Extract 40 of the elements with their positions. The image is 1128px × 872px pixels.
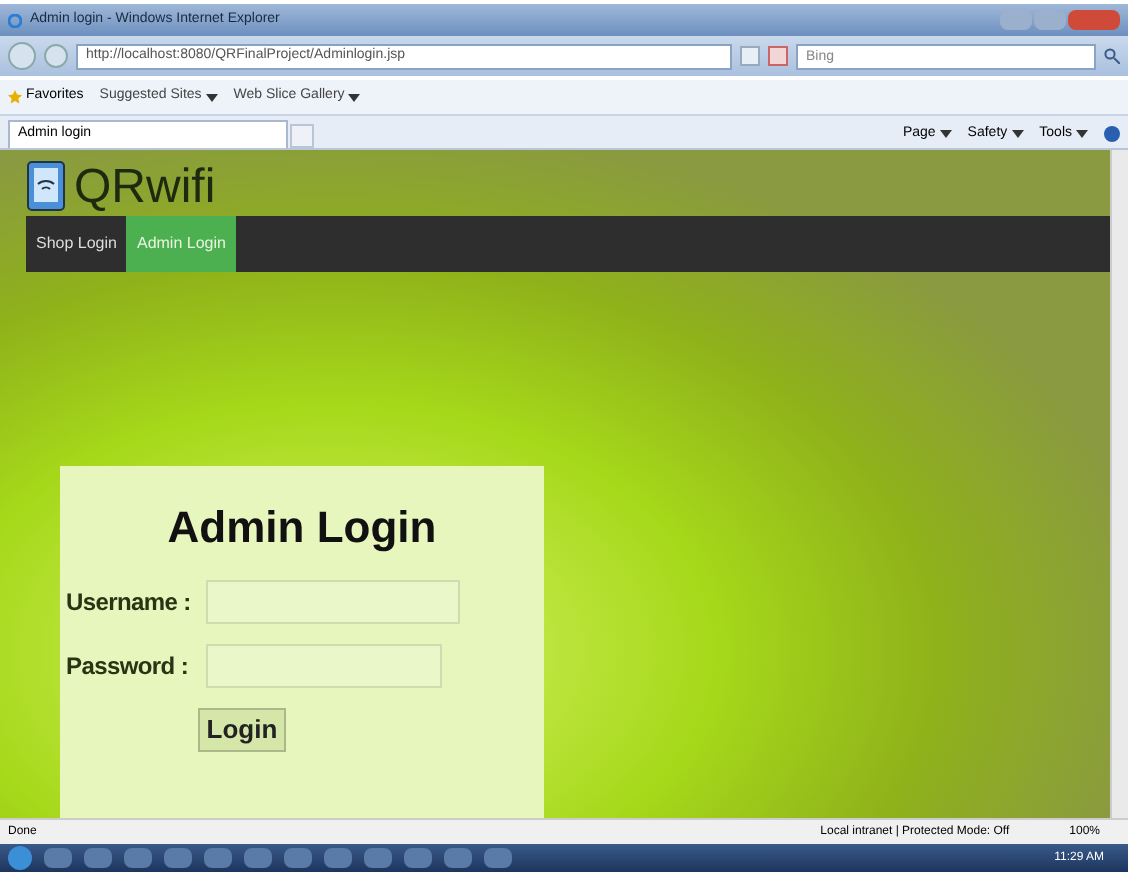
input-field[interactable] bbox=[206, 644, 442, 688]
taskbar-app-icon[interactable] bbox=[44, 848, 72, 868]
taskbar-app-icon[interactable] bbox=[404, 848, 432, 868]
nav-tab[interactable]: Shop Login bbox=[26, 216, 127, 272]
scrollbar[interactable] bbox=[1110, 150, 1128, 818]
taskbar-app-icon[interactable] bbox=[364, 848, 392, 868]
help-icon[interactable] bbox=[1104, 126, 1120, 142]
site-logo: QRwifi bbox=[74, 164, 216, 212]
start-button[interactable] bbox=[8, 846, 32, 870]
taskbar-app-icon[interactable] bbox=[284, 848, 312, 868]
minimize-button[interactable] bbox=[1000, 10, 1032, 30]
close-button[interactable] bbox=[1068, 10, 1120, 30]
taskbar-app-icon[interactable] bbox=[244, 848, 272, 868]
taskbar-app-icon[interactable] bbox=[124, 848, 152, 868]
taskbar-app-icon[interactable] bbox=[444, 848, 472, 868]
caret-icon bbox=[939, 130, 952, 138]
maximize-button[interactable] bbox=[1034, 10, 1066, 30]
taskbar-app-icon[interactable] bbox=[84, 848, 112, 868]
field-label: Username : bbox=[66, 586, 193, 620]
taskbar-app-icon[interactable] bbox=[324, 848, 352, 868]
caret-icon bbox=[1076, 130, 1088, 138]
field-label: Password : bbox=[66, 650, 191, 684]
login-button[interactable]: Login bbox=[198, 708, 286, 752]
taskbar-app-icon[interactable] bbox=[164, 848, 192, 868]
stop-button[interactable] bbox=[768, 46, 788, 66]
input-field[interactable] bbox=[206, 580, 460, 624]
back-button[interactable] bbox=[8, 42, 36, 70]
taskbar-app-icon[interactable] bbox=[204, 848, 232, 868]
taskbar-app-icon[interactable] bbox=[484, 848, 512, 868]
login-heading: Admin Login bbox=[167, 500, 437, 556]
star-icon bbox=[8, 90, 22, 104]
new-tab-button[interactable] bbox=[290, 124, 314, 148]
forward-button[interactable] bbox=[44, 44, 68, 68]
caret-icon bbox=[205, 93, 218, 101]
search-icon[interactable] bbox=[1104, 48, 1120, 64]
caret-icon bbox=[348, 93, 361, 101]
refresh-button[interactable] bbox=[740, 46, 760, 66]
phone-wifi-icon bbox=[26, 160, 66, 212]
browser-icon bbox=[8, 13, 22, 27]
caret-icon bbox=[1011, 130, 1024, 138]
